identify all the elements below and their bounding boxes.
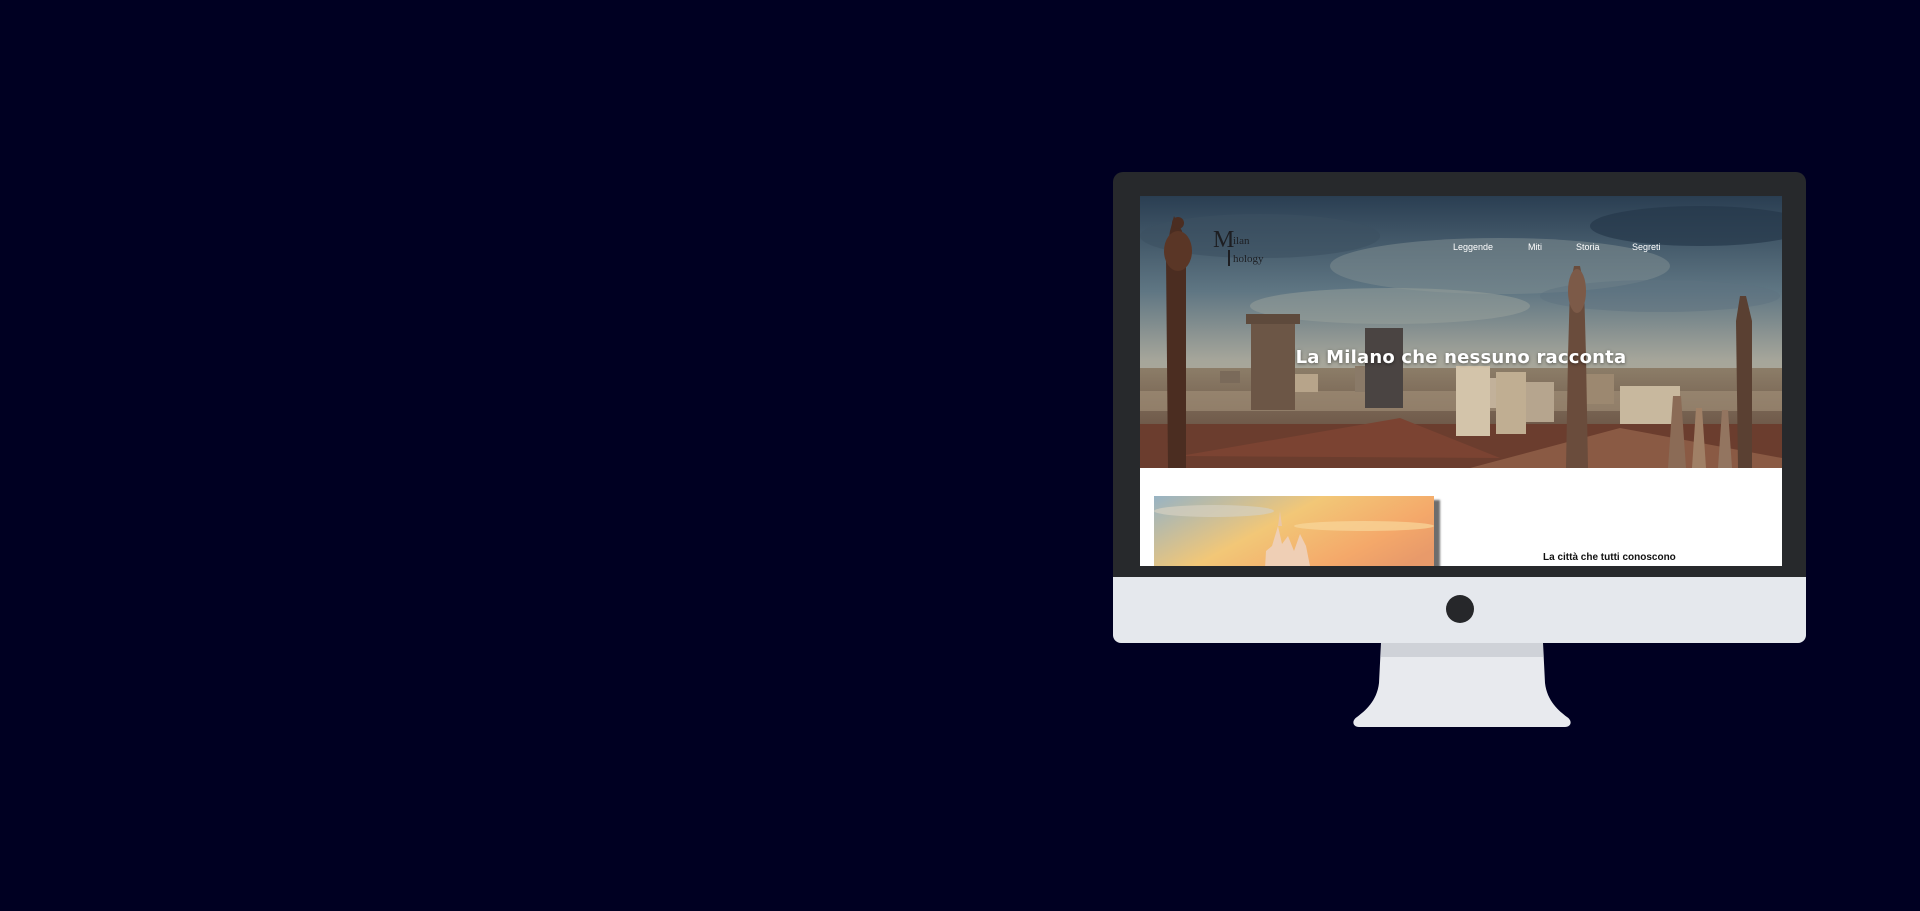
main-nav: Leggende Miti Storia Segreti xyxy=(1140,242,1782,256)
hero-banner: M ilan hology Leggende Miti Storia Segre… xyxy=(1140,196,1782,468)
duomo-sunset-image xyxy=(1154,496,1434,566)
nav-item-storia[interactable]: Storia xyxy=(1576,242,1600,252)
nav-item-miti[interactable]: Miti xyxy=(1528,242,1542,252)
website-screen: M ilan hology Leggende Miti Storia Segre… xyxy=(1140,196,1782,566)
section-title: La città che tutti conoscono xyxy=(1543,552,1676,563)
imac-mockup: M ilan hology Leggende Miti Storia Segre… xyxy=(1113,172,1806,732)
nav-item-leggende[interactable]: Leggende xyxy=(1453,242,1493,252)
nav-item-segreti[interactable]: Segreti xyxy=(1632,242,1661,252)
hero-title: La Milano che nessuno racconta xyxy=(1295,347,1627,368)
monitor-stand xyxy=(1353,643,1571,727)
duomo-photo xyxy=(1154,496,1434,566)
camera-dot xyxy=(1446,595,1474,623)
